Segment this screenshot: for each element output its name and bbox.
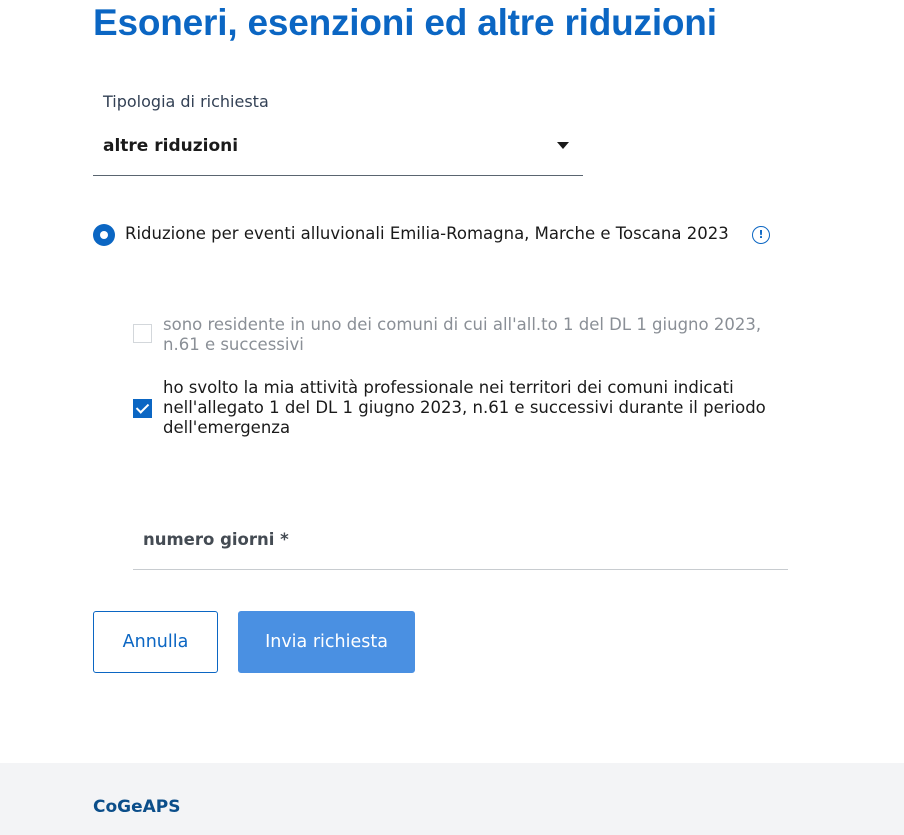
days-number-label: numero giorni * (143, 530, 289, 549)
reduction-radio-label: Riduzione per eventi alluvionali Emilia-… (125, 224, 729, 243)
checkmark-icon (135, 400, 150, 414)
request-type-label: Tipologia di richiesta (103, 92, 269, 111)
info-icon[interactable]: ! (752, 226, 770, 244)
resident-checkbox[interactable] (133, 324, 152, 343)
cancel-button[interactable]: Annulla (93, 611, 218, 673)
caret-down-icon (557, 142, 569, 149)
request-type-value: altre riduzioni (103, 136, 239, 156)
submit-request-button[interactable]: Invia richiesta (238, 611, 415, 673)
page-title: Esoneri, esenzioni ed altre riduzioni (93, 2, 717, 43)
professional-activity-checkbox-label: ho svolto la mia attività professionale … (163, 378, 766, 437)
request-type-select[interactable]: altre riduzioni (93, 128, 583, 176)
footer: CoGeAPS (0, 763, 904, 835)
professional-activity-checkbox[interactable] (133, 399, 152, 418)
days-number-field[interactable]: numero giorni * (133, 520, 788, 570)
resident-checkbox-label: sono residente in uno dei comuni di cui … (163, 315, 762, 354)
radio-dot (100, 231, 108, 239)
footer-brand[interactable]: CoGeAPS (93, 797, 181, 817)
reduction-radio[interactable] (93, 224, 115, 246)
